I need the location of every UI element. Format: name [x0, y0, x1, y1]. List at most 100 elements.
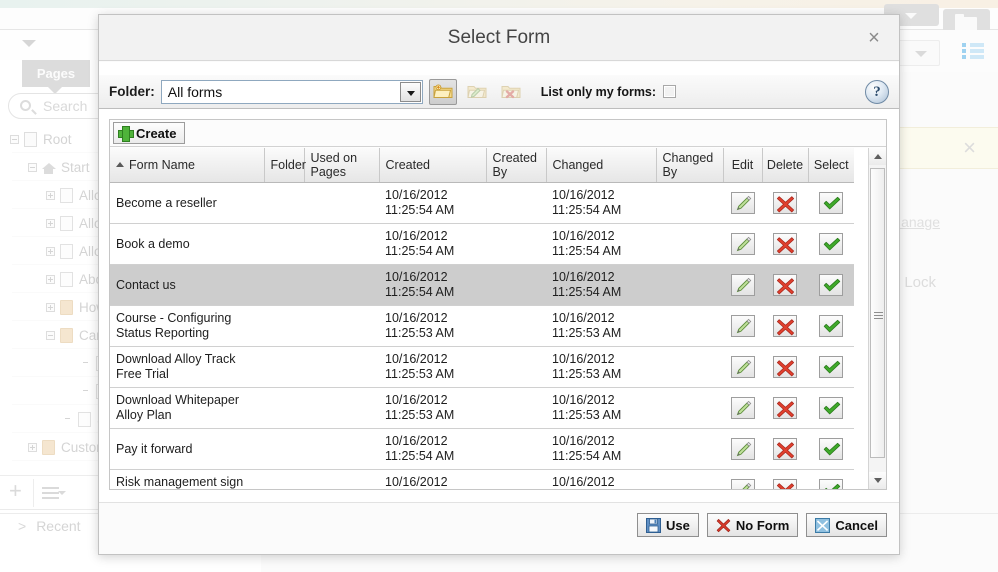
forms-table-scrollbar[interactable]	[868, 148, 886, 489]
delete-row-button[interactable]	[773, 233, 797, 255]
edit-folder-button[interactable]	[463, 79, 491, 105]
use-button[interactable]: Use	[637, 513, 699, 537]
cell-changed-by	[656, 182, 723, 224]
select-row-button[interactable]	[819, 356, 843, 378]
close-icon[interactable]: ×	[861, 25, 887, 51]
edit-row-button[interactable]	[730, 274, 755, 296]
chevron-down-icon	[406, 90, 415, 96]
no-form-button[interactable]: No Form	[706, 513, 799, 537]
column-header-changed[interactable]: Changed	[546, 148, 657, 183]
select-row-button[interactable]	[819, 479, 843, 489]
chevron-down-icon	[905, 13, 917, 19]
cell-created-by	[486, 223, 546, 265]
use-button-label: Use	[666, 517, 690, 533]
pencil-icon	[736, 318, 751, 334]
table-row[interactable]: Risk management sign up 10/16/201211:25:5…	[110, 469, 854, 489]
edit-row-button[interactable]	[730, 397, 755, 419]
list-view-icon[interactable]	[962, 43, 984, 60]
tree-expander-icon[interactable]	[46, 246, 55, 256]
scroll-up-button[interactable]	[869, 148, 886, 165]
caret-up-icon	[873, 154, 882, 159]
menu-icon[interactable]	[42, 487, 66, 499]
list-only-my-forms-label: List only my forms:	[540, 84, 657, 99]
table-row[interactable]: Pay it forward 10/16/2012 11:25:54 AM 10/16…	[110, 428, 854, 470]
table-row[interactable]: Book a demo 10/16/2012 11:25:54 AM 10/16/20…	[110, 223, 854, 265]
edit-row-button[interactable]	[730, 479, 755, 489]
select-row-button[interactable]	[819, 192, 843, 214]
tree-expander-icon[interactable]	[10, 134, 19, 144]
table-row[interactable]: Course - Configuring Status Reporting 10/…	[110, 305, 854, 347]
red-x-icon	[776, 483, 795, 489]
delete-row-button[interactable]	[773, 315, 797, 337]
cell-folder	[264, 182, 304, 224]
cell-created-time: 11:25:54 AM	[385, 244, 455, 258]
caret-down-icon	[873, 478, 882, 483]
column-header-created[interactable]: Created	[379, 148, 487, 183]
cell-select	[808, 305, 854, 347]
cancel-button[interactable]: Cancel	[806, 513, 887, 537]
select-row-button[interactable]	[819, 274, 843, 296]
select-row-button[interactable]	[819, 438, 843, 460]
column-header-created-by[interactable]: Created By	[486, 148, 547, 183]
select-row-button[interactable]	[819, 397, 843, 419]
tree-expander-icon[interactable]	[46, 274, 55, 284]
tree-expander-icon[interactable]	[46, 330, 55, 340]
edit-row-button[interactable]	[730, 315, 755, 337]
new-folder-button[interactable]	[428, 78, 457, 105]
delete-row-button[interactable]	[773, 274, 797, 296]
scroll-down-button[interactable]	[869, 472, 886, 489]
folder-select[interactable]: All forms	[160, 79, 423, 104]
tab-pages[interactable]: Pages	[22, 60, 90, 87]
forms-table: Form Name Folder Used on Pages Created C…	[110, 148, 854, 489]
edit-row-button[interactable]	[730, 233, 755, 255]
close-icon[interactable]: ×	[963, 137, 976, 159]
select-row-button[interactable]	[819, 315, 843, 337]
column-header-form-name[interactable]: Form Name	[110, 148, 265, 183]
tree-expander-icon[interactable]	[28, 442, 37, 452]
cell-folder	[264, 387, 304, 429]
tree-expander-icon[interactable]	[46, 302, 55, 312]
delete-row-button[interactable]	[773, 192, 797, 214]
scrollbar-thumb[interactable]	[870, 168, 885, 458]
delete-row-button[interactable]	[773, 438, 797, 460]
tree-expander-icon[interactable]	[28, 162, 37, 172]
green-check-icon	[823, 196, 841, 210]
cell-changed-by	[656, 469, 723, 489]
cell-delete	[762, 305, 808, 347]
table-row[interactable]: Download Alloy Track Free Trial 10/16/201…	[110, 346, 854, 388]
delete-folder-button[interactable]	[497, 79, 525, 105]
cell-created: 10/16/201211:25:54 AM	[379, 264, 486, 306]
chevron-down-icon[interactable]	[22, 40, 36, 47]
save-icon	[646, 517, 662, 533]
table-row[interactable]: Become a reseller 10/16/2012 11:25:54 AM 10…	[110, 182, 854, 224]
cell-created: 10/16/201211:25:54 AM	[379, 469, 486, 489]
cell-created-date: 10/16/2012	[385, 311, 448, 325]
tree-expander-icon[interactable]	[46, 218, 55, 228]
table-row[interactable]: Contact us 10/16/2012 11:25:54 AM 10/16/201…	[110, 264, 854, 306]
edit-row-button[interactable]	[730, 438, 755, 460]
delete-row-button[interactable]	[773, 397, 797, 419]
delete-row-button[interactable]	[773, 356, 797, 378]
cell-created: 10/16/201211:25:54 AM	[379, 223, 486, 265]
tree-expander-icon[interactable]	[46, 190, 55, 200]
create-button[interactable]: Create	[113, 122, 186, 144]
cell-created-time: 11:25:54 AM	[385, 285, 455, 299]
cell-edit	[723, 346, 762, 388]
delete-row-button[interactable]	[773, 479, 797, 489]
add-page-icon[interactable]: +	[9, 480, 27, 502]
help-icon[interactable]: ?	[865, 80, 889, 104]
column-header-folder[interactable]: Folder	[264, 148, 306, 183]
cell-created-by	[486, 264, 546, 306]
cell-select	[808, 182, 854, 224]
column-header-changed-by[interactable]: Changed By	[656, 148, 724, 183]
select-row-button[interactable]	[819, 233, 843, 255]
cell-created-by	[486, 305, 546, 347]
column-header-used-on-pages[interactable]: Used on Pages	[304, 148, 380, 183]
list-only-my-forms-checkbox[interactable]	[663, 85, 677, 98]
red-x-icon	[716, 518, 731, 532]
edit-row-button[interactable]	[730, 192, 755, 214]
folder-select-arrow[interactable]	[399, 81, 421, 102]
table-row[interactable]: Download Whitepaper Alloy Plan 10/16/2012…	[110, 387, 854, 429]
pencil-icon	[736, 359, 751, 375]
edit-row-button[interactable]	[730, 356, 755, 378]
